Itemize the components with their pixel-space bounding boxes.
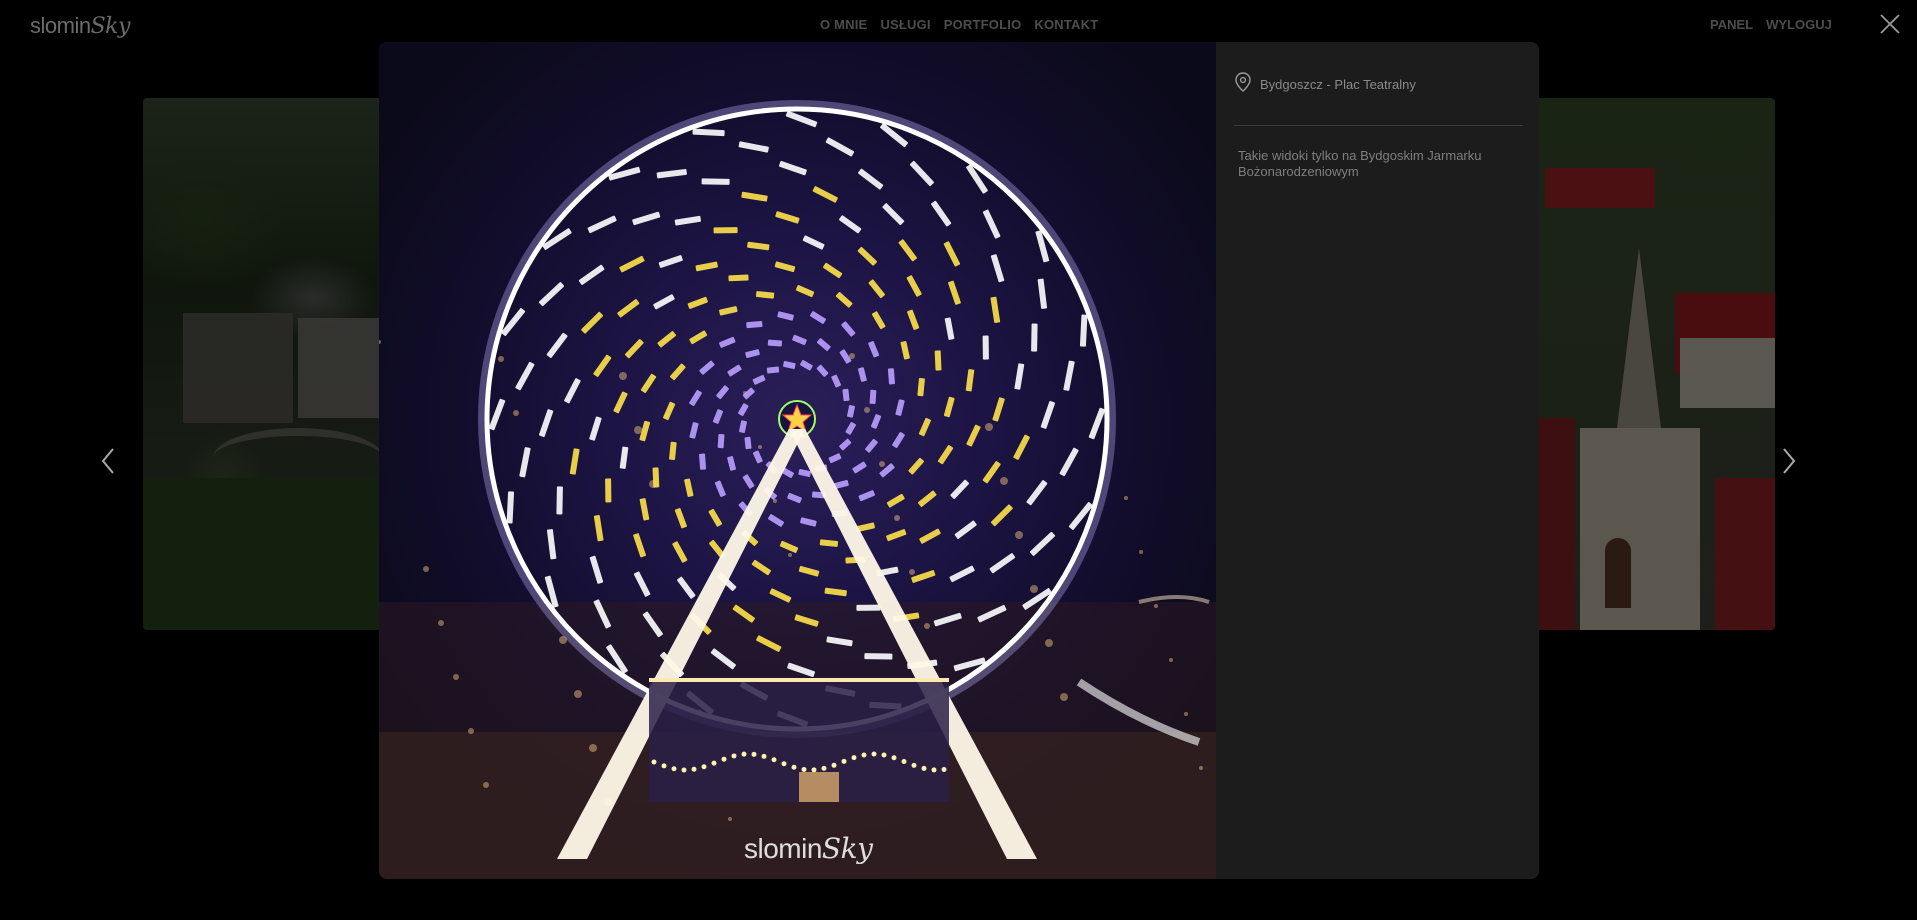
photo-image <box>379 100 1216 879</box>
ferris-wheel-photo: slominSky <box>379 42 1216 879</box>
nav-item-uslugi[interactable]: USŁUGI <box>880 17 930 32</box>
chevron-right-icon[interactable] <box>1776 441 1806 481</box>
logo-accent: Sky <box>90 14 131 39</box>
nav-item-panel[interactable]: PANEL <box>1710 17 1753 32</box>
photo-description: Takie widoki tylko na Bydgoskim Jarmarku… <box>1238 148 1482 179</box>
location-text: Bydgoszcz - Plac Teatralny <box>1260 77 1416 92</box>
map-pin-icon <box>1234 72 1252 97</box>
main-nav: O MNIE USŁUGI PORTFOLIO KONTAKT <box>820 17 1098 32</box>
location-row: Bydgoszcz - Plac Teatralny <box>1234 72 1523 126</box>
photo-watermark: slominSky <box>744 832 873 865</box>
user-nav: PANEL WYLOGUJ <box>1710 17 1832 32</box>
nav-item-kontakt[interactable]: KONTAKT <box>1034 17 1098 32</box>
close-icon[interactable] <box>1880 14 1900 34</box>
photo-info-panel: Bydgoszcz - Plac Teatralny Takie widoki … <box>1216 42 1539 879</box>
nav-item-logout[interactable]: WYLOGUJ <box>1766 17 1832 32</box>
nav-item-o-mnie[interactable]: O MNIE <box>820 17 867 32</box>
carousel-slide-prev[interactable] <box>143 98 383 630</box>
site-logo[interactable]: slominSky <box>30 8 130 44</box>
carousel-slide-next[interactable] <box>1535 98 1775 630</box>
photo-lightbox: slominSky Bydgoszcz - Plac Teatralny Tak… <box>379 42 1539 879</box>
nav-item-portfolio[interactable]: PORTFOLIO <box>944 17 1022 32</box>
chevron-left-icon[interactable] <box>95 441 125 481</box>
logo-text: slomin <box>30 13 91 38</box>
